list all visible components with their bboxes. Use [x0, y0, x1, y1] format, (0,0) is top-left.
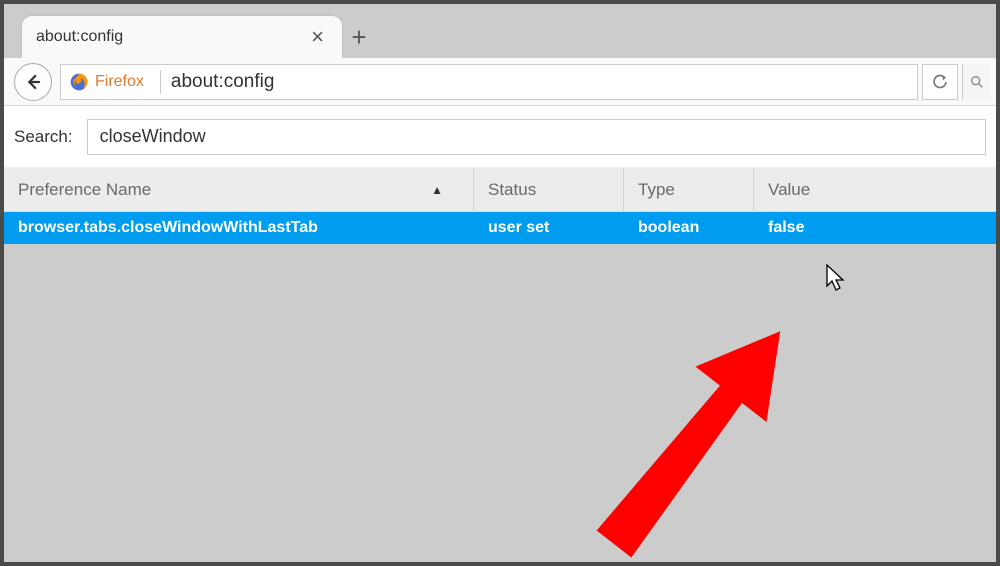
pref-value-cell: false: [754, 219, 996, 237]
magnifier-icon: [969, 74, 985, 90]
sort-ascending-icon: ▲: [431, 183, 443, 197]
close-tab-icon[interactable]: ×: [307, 24, 328, 50]
divider: [160, 70, 161, 94]
pref-status-cell: user set: [474, 219, 624, 237]
table-body: browser.tabs.closeWindowWithLastTab user…: [4, 212, 996, 244]
search-input[interactable]: [87, 119, 986, 155]
column-header-value[interactable]: Value: [754, 168, 996, 211]
search-label: Search:: [14, 127, 73, 147]
column-header-status[interactable]: Status: [474, 168, 624, 211]
back-arrow-icon: [24, 73, 42, 91]
identity-label: Firefox: [95, 73, 150, 91]
tab-title: about:config: [36, 28, 307, 46]
toolbar: Firefox about:config: [4, 58, 996, 106]
column-header-name-label: Preference Name: [18, 180, 151, 200]
column-header-type-label: Type: [638, 180, 675, 200]
column-header-status-label: Status: [488, 180, 536, 200]
tab-strip: about:config × +: [4, 4, 996, 58]
reload-icon: [931, 73, 949, 91]
cursor-icon: [826, 264, 848, 292]
column-header-type[interactable]: Type: [624, 168, 754, 211]
pref-type-cell: boolean: [624, 219, 754, 237]
pref-name-cell: browser.tabs.closeWindowWithLastTab: [4, 219, 474, 237]
table-header: Preference Name ▲ Status Type Value: [4, 168, 996, 212]
config-search-row: Search:: [4, 106, 996, 168]
browser-window: about:config × + Firefox about:config: [0, 0, 1000, 566]
firefox-logo-icon: [69, 72, 89, 92]
browser-tab[interactable]: about:config ×: [22, 16, 342, 58]
url-bar[interactable]: Firefox about:config: [60, 64, 918, 100]
reload-button[interactable]: [922, 64, 958, 100]
new-tab-button[interactable]: +: [342, 16, 376, 58]
column-header-value-label: Value: [768, 180, 810, 200]
preference-row[interactable]: browser.tabs.closeWindowWithLastTab user…: [4, 212, 996, 244]
url-text: about:config: [171, 71, 275, 93]
back-button[interactable]: [14, 63, 52, 101]
annotation-arrow-icon: [584, 264, 864, 564]
search-engine-button[interactable]: [962, 64, 990, 100]
column-header-name[interactable]: Preference Name ▲: [4, 168, 474, 211]
